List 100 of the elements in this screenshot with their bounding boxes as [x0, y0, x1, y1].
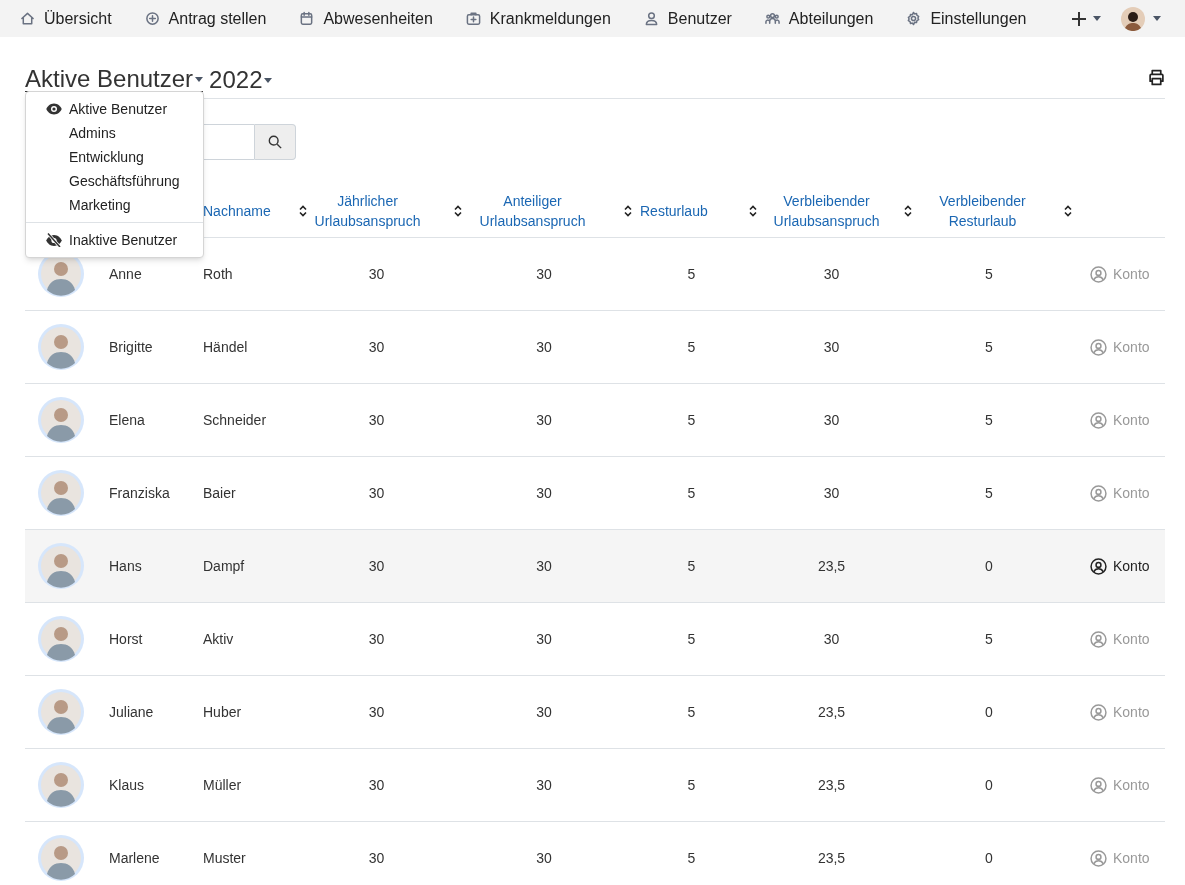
- first-name-cell-text: Brigitte: [108, 337, 154, 357]
- settings-icon: [906, 11, 922, 26]
- avatar: [37, 761, 85, 809]
- sort-icon[interactable]: [904, 205, 912, 217]
- add-menu-button[interactable]: [1071, 10, 1101, 27]
- avatar: [37, 615, 85, 663]
- home-icon: [20, 11, 35, 26]
- number-cell-text: 5: [687, 775, 696, 795]
- dropdown-item[interactable]: Entwicklung: [26, 145, 203, 169]
- number-cell-text: 30: [368, 848, 385, 868]
- nav-link[interactable]: Übersicht: [20, 6, 112, 31]
- first-name-cell-text: Klaus: [108, 775, 146, 795]
- last-name-cell-text: Schneider: [202, 410, 268, 430]
- first-name-cell-text: Elena: [108, 410, 146, 430]
- column-header[interactable]: Verbleibender Urlaubsanspruch: [765, 191, 888, 231]
- nav-link[interactable]: Einstellungen: [906, 6, 1027, 31]
- number-cell-text: 30: [368, 483, 385, 503]
- number-cell-text: 30: [368, 337, 385, 357]
- number-cell-text: 0: [985, 702, 993, 722]
- dropdown-item[interactable]: Admins: [26, 121, 203, 145]
- avatar: [37, 469, 85, 517]
- number-cell-text: 5: [687, 483, 696, 503]
- dropdown-item[interactable]: Aktive Benutzer: [26, 97, 203, 121]
- column-header[interactable]: Resturlaub: [640, 201, 708, 221]
- number-cell-text: 30: [823, 483, 840, 503]
- number-cell-text: 23,5: [817, 775, 846, 795]
- dropdown-item[interactable]: Marketing: [26, 193, 203, 217]
- plus-icon: [1071, 10, 1087, 27]
- nav-link[interactable]: Krankmeldungen: [465, 6, 611, 31]
- column-header[interactable]: Nachname: [203, 201, 271, 221]
- plus-circle-icon: [144, 11, 160, 26]
- table-row[interactable]: Hans Dampf 30 30 5 23,5 0 Konto: [25, 530, 1165, 603]
- number-cell-text: 30: [823, 264, 840, 284]
- first-name-cell-text: Hans: [108, 556, 143, 576]
- user-circle-icon: [1090, 484, 1107, 502]
- last-name-cell-text: Müller: [202, 775, 243, 795]
- number-cell-text: 30: [368, 629, 385, 649]
- user-circle-icon: [1090, 776, 1107, 794]
- sort-icon[interactable]: [624, 205, 632, 217]
- number-cell-text: 0: [985, 848, 993, 868]
- user-circle-icon: [1090, 849, 1107, 867]
- number-cell-text: 23,5: [817, 702, 846, 722]
- caret-icon: [1093, 16, 1101, 21]
- number-cell-text: 30: [368, 775, 385, 795]
- number-cell-text: 30: [368, 702, 385, 722]
- avatar: [37, 542, 85, 590]
- last-name-cell-text: Aktiv: [202, 629, 235, 649]
- account-link[interactable]: Konto: [1080, 555, 1165, 577]
- column-header[interactable]: Jährlicher Urlaubsanspruch: [305, 191, 430, 231]
- sort-icon[interactable]: [1064, 205, 1072, 217]
- year-dropdown-button[interactable]: 2022: [209, 68, 273, 92]
- number-cell-text: 30: [368, 556, 385, 576]
- search-button[interactable]: [255, 124, 296, 160]
- avatar: [37, 323, 85, 371]
- caret-icon: [1153, 16, 1161, 21]
- nav-link[interactable]: Antrag stellen: [144, 6, 267, 31]
- user-circle-icon: [1090, 703, 1107, 721]
- sort-icon[interactable]: [298, 205, 307, 217]
- number-cell-text: 5: [687, 410, 696, 430]
- user-menu-button[interactable]: [1121, 6, 1161, 31]
- number-cell-text: 30: [536, 629, 552, 649]
- calendar-icon: [299, 11, 315, 26]
- number-cell-text: 5: [687, 702, 696, 722]
- first-name-cell-text: Marlene: [108, 848, 161, 868]
- number-cell-text: 30: [536, 483, 552, 503]
- number-cell-text: 0: [985, 556, 993, 576]
- last-name-cell-text: Huber: [202, 702, 243, 722]
- avatar: [37, 834, 85, 882]
- number-cell-text: 0: [985, 775, 993, 795]
- user-circle-icon: [1090, 265, 1107, 283]
- dropdown-item[interactable]: Geschäftsführung: [26, 169, 203, 193]
- number-cell-text: 30: [823, 629, 840, 649]
- number-cell-text: 5: [687, 848, 696, 868]
- last-name-cell-text: Dampf: [202, 556, 246, 576]
- column-header[interactable]: Anteiliger Urlaubsanspruch: [470, 191, 595, 231]
- user-circle-icon: [1090, 338, 1107, 356]
- number-cell-text: 30: [823, 410, 840, 430]
- first-name-cell-text: Juliane: [108, 702, 155, 722]
- last-name-cell-text: Muster: [202, 848, 247, 868]
- number-cell-text: 5: [687, 629, 696, 649]
- column-header[interactable]: Verbleibender Resturlaub: [920, 191, 1045, 231]
- user-circle-icon: [1090, 630, 1107, 648]
- user-circle-icon: [1090, 557, 1107, 575]
- user-icon: [643, 11, 659, 26]
- sort-icon[interactable]: [749, 205, 757, 217]
- eye-off-icon: [46, 233, 62, 247]
- nav-link[interactable]: Abteilungen: [764, 6, 874, 31]
- number-cell-text: 5: [687, 264, 696, 284]
- number-cell-text: 30: [536, 775, 552, 795]
- number-cell-text: 30: [536, 264, 552, 284]
- number-cell-text: 30: [536, 848, 552, 868]
- print-icon[interactable]: [1148, 69, 1165, 86]
- nav-link[interactable]: Benutzer: [643, 6, 732, 31]
- avatar: [1121, 6, 1145, 31]
- sort-icon[interactable]: [454, 205, 462, 217]
- first-name-cell-text: Horst: [108, 629, 144, 649]
- first-name-cell-text: Franziska: [108, 483, 171, 503]
- last-name-cell-text: Baier: [202, 483, 237, 503]
- nav-link[interactable]: Abwesenheiten: [299, 6, 433, 31]
- number-cell-text: 30: [368, 264, 385, 284]
